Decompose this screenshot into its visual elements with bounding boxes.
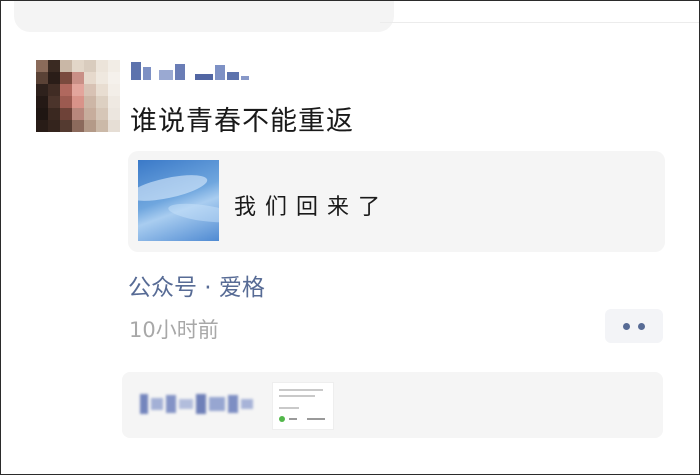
comments-area — [122, 372, 663, 438]
more-actions-button[interactable] — [605, 309, 663, 343]
username-blurred[interactable] — [131, 62, 251, 80]
avatar[interactable] — [36, 60, 120, 132]
shared-article-card[interactable]: 我们回来了 — [128, 151, 665, 252]
post-timestamp: 10小时前 — [129, 318, 219, 342]
article-title: 我们回来了 — [234, 195, 390, 220]
previous-post-edge — [0, 0, 700, 32]
two-dots-icon — [623, 322, 630, 330]
article-thumbnail — [138, 160, 219, 241]
post-text: 谁说青春不能重返 — [130, 106, 354, 137]
comment-image[interactable] — [272, 382, 334, 430]
commenter-name-blurred[interactable] — [140, 392, 270, 416]
source-link[interactable]: 公众号 · 爱格 — [128, 268, 265, 302]
